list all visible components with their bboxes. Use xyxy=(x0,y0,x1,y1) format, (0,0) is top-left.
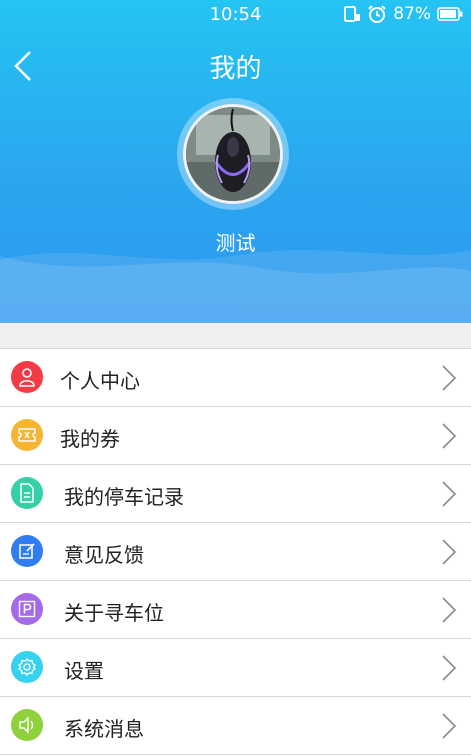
phone-vibrate-icon xyxy=(341,5,361,23)
edit-icon xyxy=(11,535,43,567)
coupon-icon xyxy=(11,419,43,451)
menu-item-personal-center[interactable]: 个人中心 xyxy=(0,349,471,407)
chevron-right-icon xyxy=(442,481,457,507)
chevron-right-icon xyxy=(442,597,457,623)
menu-item-parking-records[interactable]: 我的停车记录 xyxy=(0,465,471,523)
document-icon xyxy=(11,477,43,509)
chevron-right-icon xyxy=(442,655,457,681)
section-divider xyxy=(0,323,471,349)
username: 测试 xyxy=(215,231,256,255)
status-bar: 10:54 87% xyxy=(0,0,471,30)
menu-item-system-messages[interactable]: 系统消息 xyxy=(0,697,471,755)
battery-icon xyxy=(437,7,463,21)
chevron-right-icon xyxy=(442,713,457,739)
parking-icon xyxy=(11,593,43,625)
menu-item-label: 系统消息 xyxy=(64,717,144,741)
wave-decoration xyxy=(0,256,471,323)
menu-item-label: 个人中心 xyxy=(60,369,140,393)
menu-item-label: 意见反馈 xyxy=(64,543,144,567)
gear-icon xyxy=(11,651,43,683)
chevron-right-icon xyxy=(442,365,457,391)
avatar-image xyxy=(183,104,283,204)
menu-item-label: 我的券 xyxy=(60,427,120,451)
menu-item-about[interactable]: 关于寻车位 xyxy=(0,581,471,639)
alarm-icon xyxy=(367,4,387,24)
menu-item-label: 关于寻车位 xyxy=(64,601,164,625)
chevron-right-icon xyxy=(442,423,457,449)
person-icon xyxy=(11,361,43,393)
menu-item-my-coupons[interactable]: 我的券 xyxy=(0,407,471,465)
profile-header: 10:54 87% 我的 测试 xyxy=(0,0,471,323)
menu-list: 个人中心 我的券 我的停车记录 意见反馈 关于寻车位 设置 系统消息 xyxy=(0,349,471,755)
menu-item-label: 设置 xyxy=(64,659,104,683)
page-title: 我的 xyxy=(209,54,262,84)
avatar[interactable] xyxy=(177,98,289,210)
menu-item-feedback[interactable]: 意见反馈 xyxy=(0,523,471,581)
menu-item-settings[interactable]: 设置 xyxy=(0,639,471,697)
chevron-right-icon xyxy=(442,539,457,565)
speaker-icon xyxy=(11,709,43,741)
battery-percent: 87% xyxy=(393,4,431,24)
menu-item-label: 我的停车记录 xyxy=(64,485,184,509)
